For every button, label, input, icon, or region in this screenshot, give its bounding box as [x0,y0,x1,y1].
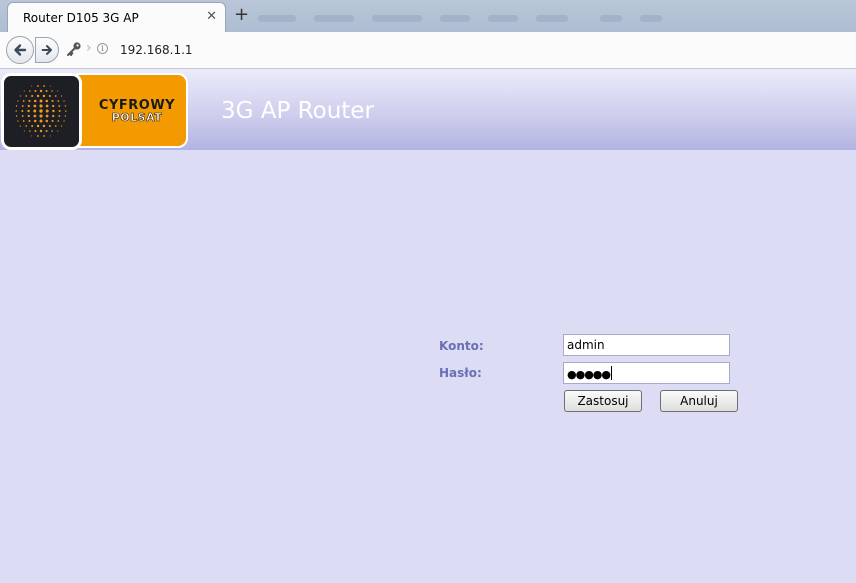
cyfrowy-polsat-logo: CYFROWY POLSAT [0,73,190,150]
password-value: ●●●●● [567,368,611,381]
new-tab-icon[interactable]: + [234,4,249,25]
account-input[interactable]: admin [563,334,730,356]
account-value: admin [567,338,605,352]
info-icon[interactable]: i [97,43,108,54]
page-header: CYFROWY POLSAT 3G AP Router [0,69,856,150]
browser-tab-bar: Router D105 3G AP ✕ + [0,0,856,40]
cancel-button[interactable]: Anuluj [660,390,738,412]
logo-text: CYFROWY POLSAT [88,99,186,124]
password-label: Hasło: [439,366,482,380]
blurred-bookmarks [258,9,718,40]
browser-nav-bar: › i 192.168.1.1 [0,32,856,69]
text-caret [611,366,612,380]
apply-button[interactable]: Zastosuj [564,390,642,412]
account-label: Konto: [439,339,484,353]
key-icon[interactable] [66,41,82,57]
password-input[interactable]: ●●●●● [563,362,730,384]
close-tab-icon[interactable]: ✕ [206,9,217,24]
forward-button[interactable] [35,37,59,63]
globe-icon [15,85,67,137]
chevron-right-icon: › [86,40,92,56]
nav-buttons [6,36,60,64]
router-page: CYFROWY POLSAT 3G AP Router Konto: admin… [0,69,856,583]
page-title: 3G AP Router [221,98,374,124]
logo-line-2: POLSAT [111,111,163,124]
browser-tab[interactable]: Router D105 3G AP ✕ [7,2,226,32]
forward-arrow-icon [41,45,52,55]
back-arrow-icon [14,44,27,56]
logo-dark-panel [1,73,82,150]
back-button[interactable] [6,36,34,64]
address-bar[interactable]: 192.168.1.1 [120,43,193,57]
tab-title: Router D105 3G AP [23,11,139,25]
